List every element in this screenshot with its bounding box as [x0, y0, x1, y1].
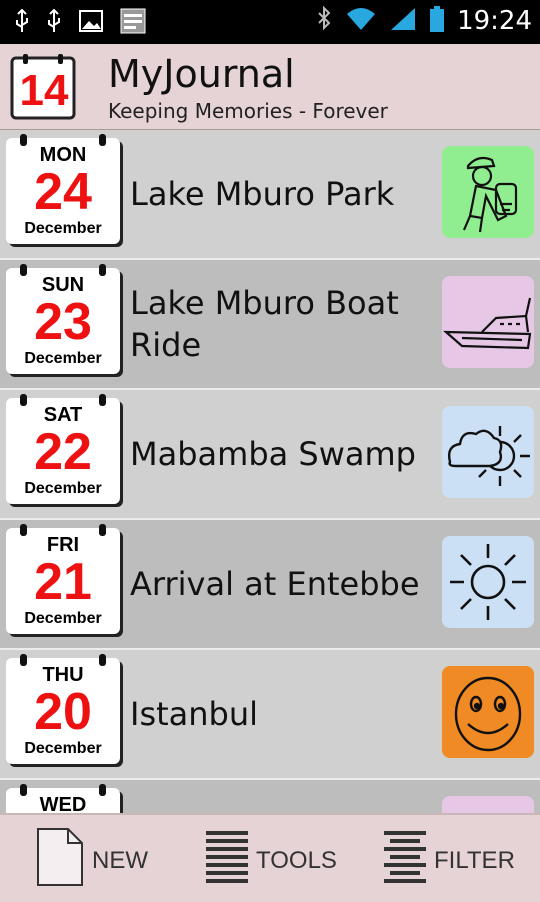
day-of-week: WED — [39, 794, 87, 813]
app-icon — [120, 8, 146, 38]
month-label: December — [24, 220, 102, 237]
tools-label: TOOLS — [256, 846, 337, 874]
journal-entry[interactable]: WED — [0, 780, 540, 813]
smiley-icon — [442, 666, 534, 758]
date-calendar-badge: FRI 21 December — [6, 524, 120, 634]
cloud-sun-icon — [442, 406, 534, 498]
calendar-app-icon: 14 — [10, 52, 78, 122]
document-icon — [34, 827, 86, 894]
month-label: December — [24, 480, 102, 497]
clock: 19:24 — [457, 6, 532, 36]
partial-icon — [442, 796, 534, 813]
journal-entry[interactable]: THU 20 December Istanbul — [0, 650, 540, 780]
new-entry-button[interactable]: NEW — [34, 827, 148, 894]
day-number: 24 — [34, 163, 92, 221]
bluetooth-icon — [315, 5, 333, 37]
image-icon — [78, 8, 104, 38]
entry-title: Lake Mburo Park — [130, 175, 395, 213]
date-calendar-badge: THU 20 December — [6, 654, 120, 764]
bottom-action-bar: NEW TOOLS FILTER — [0, 813, 540, 902]
day-number: 20 — [34, 683, 92, 741]
wifi-icon — [345, 6, 377, 36]
journal-entry[interactable]: SAT 22 December Mabamba Swamp — [0, 390, 540, 520]
filter-icon — [382, 827, 428, 894]
entry-title: Mabamba Swamp — [130, 435, 416, 473]
app-subtitle: Keeping Memories - Forever — [108, 99, 388, 123]
battery-icon — [429, 5, 445, 37]
month-label: December — [24, 740, 102, 757]
day-number: 22 — [34, 423, 92, 481]
month-label: December — [24, 610, 102, 627]
status-bar: 19:24 — [0, 0, 540, 44]
entry-title: Arrival at Entebbe — [130, 565, 420, 603]
entry-title: Lake Mburo Boat Ride — [130, 284, 399, 364]
filter-label: FILTER — [434, 846, 515, 874]
hiker-icon — [442, 146, 534, 238]
day-number: 21 — [34, 553, 92, 611]
boat-icon — [442, 276, 534, 368]
day-number: 23 — [34, 293, 92, 351]
date-calendar-badge: SAT 22 December — [6, 394, 120, 504]
tools-icon — [204, 827, 250, 894]
sun-icon — [442, 536, 534, 628]
month-label: December — [24, 350, 102, 367]
journal-entry-list[interactable]: MON 24 December Lake Mburo Park SUN 23 D… — [0, 130, 540, 813]
journal-entry[interactable]: SUN 23 December Lake Mburo Boat Ride — [0, 260, 540, 390]
date-calendar-badge: SUN 23 December — [6, 264, 120, 374]
date-calendar-badge: MON 24 December — [6, 134, 120, 244]
filter-button[interactable]: FILTER — [382, 827, 515, 894]
app-header: 14 MyJournal Keeping Memories - Forever — [0, 44, 540, 131]
calendar-app-icon-day: 14 — [19, 66, 69, 115]
app-title: MyJournal — [108, 52, 295, 96]
signal-icon — [389, 6, 417, 36]
date-calendar-badge: WED — [6, 784, 120, 813]
journal-entry[interactable]: MON 24 December Lake Mburo Park — [0, 130, 540, 260]
usb-icon — [14, 8, 30, 38]
tools-button[interactable]: TOOLS — [204, 827, 337, 894]
usb-icon — [46, 8, 62, 38]
journal-entry[interactable]: FRI 21 December Arrival at Entebbe — [0, 520, 540, 650]
new-label: NEW — [92, 846, 148, 874]
entry-title: Istanbul — [130, 695, 259, 733]
